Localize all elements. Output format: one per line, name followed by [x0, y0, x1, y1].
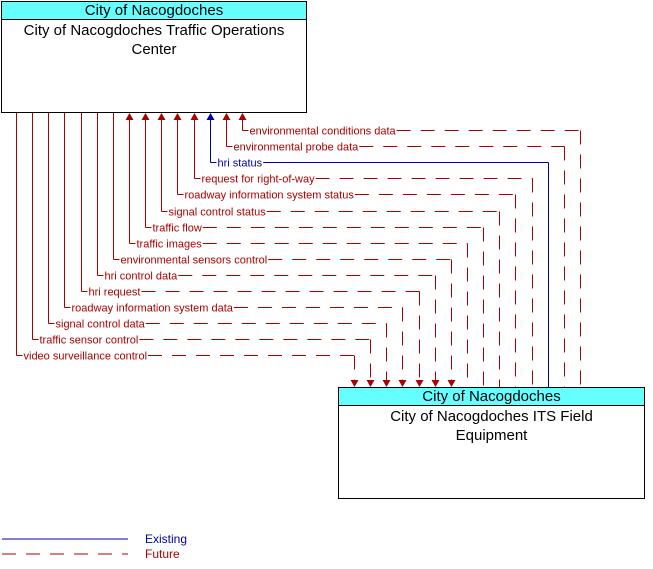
flow-environmental-conditions-data[interactable]: environmental conditions data	[238, 113, 581, 387]
flow-roadway-information-system-status[interactable]: roadway information system status	[173, 113, 516, 387]
flow-signal-control-status[interactable]: signal control status	[157, 113, 500, 387]
flow-traffic-images[interactable]: traffic images	[125, 113, 468, 387]
arrow-up-icon	[173, 113, 182, 120]
flow-request-for-right-of-way[interactable]: request for right-of-way	[190, 113, 533, 387]
arrow-up-icon	[222, 113, 231, 120]
flow-traffic-sensor-control[interactable]: traffic sensor control	[32, 113, 375, 387]
flow-label: hri control data	[105, 271, 179, 283]
arrow-down-icon	[382, 380, 391, 387]
arrow-down-icon	[447, 380, 456, 387]
flow-label: traffic images	[137, 239, 203, 251]
flow-label: roadway information system status	[185, 190, 355, 202]
arrow-down-icon	[431, 380, 440, 387]
arrow-up-icon	[157, 113, 166, 120]
arrow-up-icon	[190, 113, 199, 120]
flow-label: traffic flow	[153, 223, 202, 235]
top-element-owner: City of Nacogdoches	[2, 2, 306, 20]
arrow-down-icon	[366, 380, 375, 387]
flow-label: environmental conditions data	[250, 126, 397, 138]
flow-label: request for right-of-way	[202, 174, 316, 186]
bottom-element-name: City of Nacogdoches ITS Field Equipment	[390, 408, 593, 444]
top-element-box[interactable]: City of Nacogdoches City of Nacogdoches …	[1, 1, 307, 113]
bottom-element-owner: City of Nacogdoches	[339, 388, 644, 406]
flow-label: signal control data	[56, 319, 146, 331]
arrow-down-icon	[350, 380, 359, 387]
top-element-name: City of Nacogdoches Traffic Operations C…	[23, 22, 285, 58]
arrow-up-icon	[141, 113, 150, 120]
flow-label: hri status	[218, 158, 263, 170]
arrow-up-icon	[238, 113, 247, 120]
bottom-element-box[interactable]: City of Nacogdoches City of Nacogdoches …	[338, 387, 645, 499]
legend-future-label: Future	[145, 547, 180, 561]
legend-existing-label: Existing	[145, 532, 187, 546]
arrow-down-icon	[398, 380, 407, 387]
flow-label: signal control status	[169, 207, 267, 219]
legend: Existing Future	[2, 532, 187, 561]
flow-label: environmental probe data	[234, 142, 360, 154]
flow-label: video surveillance control	[24, 351, 148, 363]
arrow-up-icon	[206, 113, 215, 120]
arrow-down-icon	[415, 380, 424, 387]
flow-hri-status[interactable]: hri status	[206, 113, 549, 387]
flow-label: traffic sensor control	[40, 335, 139, 347]
arrow-up-icon	[125, 113, 134, 120]
flow-label: hri request	[89, 287, 141, 299]
flow-label: roadway information system data	[72, 303, 234, 315]
flow-label: environmental sensors control	[121, 255, 268, 267]
flow-environmental-probe-data[interactable]: environmental probe data	[222, 113, 565, 387]
